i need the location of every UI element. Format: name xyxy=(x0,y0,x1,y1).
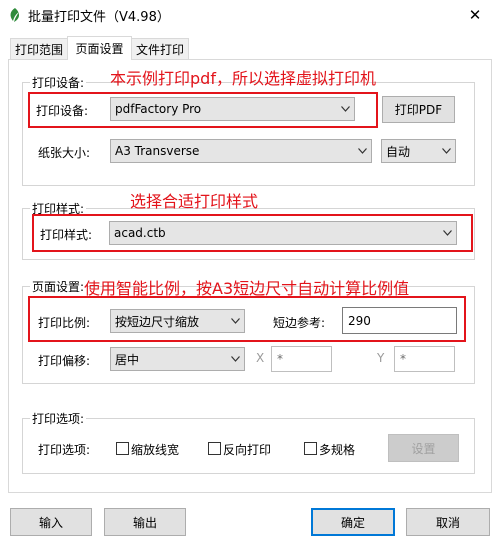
y-label: Y xyxy=(377,351,385,365)
paper-size-select[interactable]: A3 Transverse xyxy=(110,139,372,163)
cancel-label: 取消 xyxy=(435,515,460,530)
orientation-value: 自动 xyxy=(386,144,411,159)
tab-print-range[interactable]: 打印范围 xyxy=(10,38,68,60)
style-value: acad.ctb xyxy=(114,226,166,240)
offset-select[interactable]: 居中 xyxy=(110,347,245,371)
style-annotation: 选择合适打印样式 xyxy=(130,192,259,211)
close-window-button[interactable]: ✕ xyxy=(452,0,498,30)
tab-label: 打印范围 xyxy=(14,43,63,57)
multi-size-checkbox[interactable] xyxy=(304,442,317,455)
tab-label: 文件打印 xyxy=(135,43,184,57)
import-label: 输入 xyxy=(38,515,63,530)
paper-size-label: 纸张大小: xyxy=(38,146,91,160)
style-label: 打印样式: xyxy=(40,228,93,242)
page-settings-group-label: 页面设置: xyxy=(30,278,87,295)
chevron-down-icon xyxy=(226,318,244,324)
options-settings-label: 设置 xyxy=(411,441,436,456)
title-bar: 批量打印文件（V4.98） ✕ xyxy=(0,0,500,30)
scale-lineweight-label: 缩放线宽 xyxy=(131,443,180,457)
scale-select[interactable]: 按短边尺寸缩放 xyxy=(110,309,245,333)
multi-size-label: 多规格 xyxy=(319,443,356,457)
printer-annotation: 本示例打印pdf，所以选择虚拟打印机 xyxy=(110,69,376,88)
ok-button[interactable]: 确定 xyxy=(311,508,395,536)
options-row-label: 打印选项: xyxy=(38,443,91,457)
device-select[interactable]: pdfFactory Pro xyxy=(110,97,355,121)
reverse-print-checkbox[interactable] xyxy=(208,442,221,455)
print-pdf-button[interactable]: 打印PDF xyxy=(382,96,455,123)
device-value: pdfFactory Pro xyxy=(115,102,202,116)
window-title: 批量打印文件（V4.98） xyxy=(28,10,170,25)
ok-label: 确定 xyxy=(340,515,365,530)
orientation-select[interactable]: 自动 xyxy=(381,139,456,163)
paper-size-value: A3 Transverse xyxy=(115,144,200,158)
short-edge-label: 短边参考: xyxy=(273,316,326,330)
short-edge-value: 290 xyxy=(348,313,371,328)
tab-file-print[interactable]: 文件打印 xyxy=(131,38,189,60)
options-settings-button[interactable]: 设置 xyxy=(388,434,459,462)
printer-group-label: 打印设备: xyxy=(30,74,87,91)
app-leaf-icon xyxy=(10,8,20,22)
device-label: 打印设备: xyxy=(36,104,89,118)
x-offset-input[interactable]: * xyxy=(271,346,332,372)
chevron-down-icon xyxy=(437,148,455,154)
print-pdf-label: 打印PDF xyxy=(394,103,443,117)
import-button[interactable]: 输入 xyxy=(10,508,92,536)
scale-lineweight-checkbox[interactable] xyxy=(116,442,129,455)
y-offset-value: * xyxy=(400,352,406,366)
short-edge-input[interactable]: 290 xyxy=(342,307,457,334)
chevron-down-icon xyxy=(226,356,244,362)
chevron-down-icon xyxy=(336,106,354,112)
chevron-down-icon xyxy=(438,230,456,236)
style-select[interactable]: acad.ctb xyxy=(109,221,457,245)
offset-value: 居中 xyxy=(115,352,140,367)
chevron-down-icon xyxy=(353,148,371,154)
tab-label: 页面设置 xyxy=(75,42,124,56)
export-label: 输出 xyxy=(132,515,157,530)
reverse-print-label: 反向打印 xyxy=(223,443,272,457)
scale-value: 按短边尺寸缩放 xyxy=(115,314,200,329)
x-label: X xyxy=(256,351,265,365)
x-offset-value: * xyxy=(277,352,283,366)
scale-label: 打印比例: xyxy=(38,316,91,330)
close-icon: ✕ xyxy=(468,6,482,24)
options-group-label: 打印选项: xyxy=(30,410,87,427)
cancel-button[interactable]: 取消 xyxy=(406,508,490,536)
offset-label: 打印偏移: xyxy=(38,354,91,368)
export-button[interactable]: 输出 xyxy=(104,508,186,536)
y-offset-input[interactable]: * xyxy=(394,346,455,372)
tab-page-setup[interactable]: 页面设置 xyxy=(67,36,132,60)
